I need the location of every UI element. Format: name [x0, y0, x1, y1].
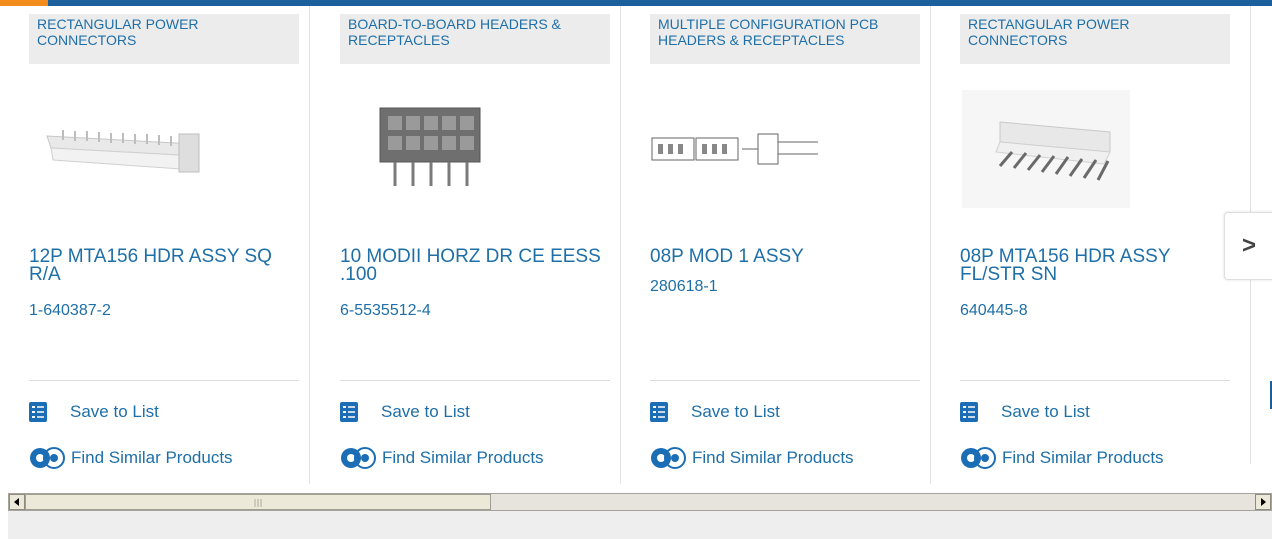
product-card: RECTANGULAR POWER CONNECTORS 08P MTA156 … — [931, 6, 1241, 484]
save-to-list-label: Save to List — [70, 402, 159, 421]
product-title-link[interactable]: 08P MTA156 HDR ASSY FL/STR SN — [960, 247, 1235, 284]
scroll-right-arrow[interactable] — [1255, 494, 1271, 510]
find-similar-label: Find Similar Products — [1002, 448, 1164, 467]
product-image[interactable] — [29, 86, 299, 216]
card-divider — [960, 380, 1230, 381]
product-image[interactable] — [650, 86, 920, 216]
product-category[interactable]: RECTANGULAR POWER CONNECTORS — [29, 14, 299, 64]
grip-icon — [254, 499, 262, 507]
checklist-icon — [650, 402, 668, 422]
checklist-icon — [340, 402, 358, 422]
card-divider — [650, 380, 920, 381]
gears-icon — [650, 446, 688, 470]
product-category[interactable]: MULTIPLE CONFIGURATION PCB HEADERS & REC… — [650, 14, 920, 64]
horizontal-scrollbar[interactable] — [8, 493, 1272, 511]
product-card: BOARD-TO-BOARD HEADERS & RECEPTACLES 10 … — [311, 6, 621, 484]
save-to-list-label: Save to List — [691, 402, 780, 421]
product-title-link[interactable]: 10 MODII HORZ DR CE EESS .100 — [340, 247, 615, 284]
product-image[interactable] — [340, 86, 610, 216]
product-part-number[interactable]: 640445-8 — [960, 302, 1028, 320]
card-separator — [309, 6, 310, 484]
product-category[interactable]: BOARD-TO-BOARD HEADERS & RECEPTACLES — [340, 14, 610, 64]
find-similar-products-button[interactable]: Find Similar Products — [29, 446, 233, 470]
product-part-number[interactable]: 6-5535512-4 — [340, 302, 431, 320]
find-similar-products-button[interactable]: Find Similar Products — [650, 446, 854, 470]
save-to-list-button[interactable]: Save to List — [650, 400, 780, 424]
footer-area — [8, 511, 1272, 539]
gears-icon — [960, 446, 998, 470]
save-to-list-label: Save to List — [381, 402, 470, 421]
find-similar-products-button[interactable]: Find Similar Products — [960, 446, 1164, 470]
product-image[interactable] — [960, 86, 1230, 216]
product-category[interactable]: RECTANGULAR POWER CONNECTORS — [960, 14, 1230, 64]
scrollbar-thumb[interactable] — [25, 494, 491, 510]
product-carousel: RECTANGULAR POWER CONNECTORS 12P MTA156 … — [0, 6, 1272, 484]
card-divider — [340, 380, 610, 381]
card-divider — [29, 380, 299, 381]
save-to-list-button[interactable]: Save to List — [29, 400, 159, 424]
checklist-icon — [29, 402, 47, 422]
product-title-link[interactable]: 12P MTA156 HDR ASSY SQ R/A — [29, 247, 304, 284]
product-title-link[interactable]: 08P MOD 1 ASSY — [650, 247, 925, 266]
gears-icon — [340, 446, 378, 470]
save-to-list-button[interactable]: Save to List — [960, 400, 1090, 424]
carousel-next-button[interactable]: > — [1224, 212, 1272, 280]
scroll-left-arrow[interactable] — [9, 494, 25, 510]
save-to-list-label: Save to List — [1001, 402, 1090, 421]
find-similar-label: Find Similar Products — [71, 448, 233, 467]
gears-icon — [29, 446, 67, 470]
product-card: MULTIPLE CONFIGURATION PCB HEADERS & REC… — [621, 6, 931, 484]
save-to-list-button[interactable]: Save to List — [340, 400, 470, 424]
find-similar-label: Find Similar Products — [382, 448, 544, 467]
find-similar-products-button[interactable]: Find Similar Products — [340, 446, 544, 470]
product-part-number[interactable]: 280618-1 — [650, 278, 718, 296]
chevron-right-icon: > — [1241, 232, 1256, 259]
find-similar-label: Find Similar Products — [692, 448, 854, 467]
product-card: RECTANGULAR POWER CONNECTORS 12P MTA156 … — [0, 6, 310, 484]
checklist-icon — [960, 402, 978, 422]
product-part-number[interactable]: 1-640387-2 — [29, 302, 111, 320]
